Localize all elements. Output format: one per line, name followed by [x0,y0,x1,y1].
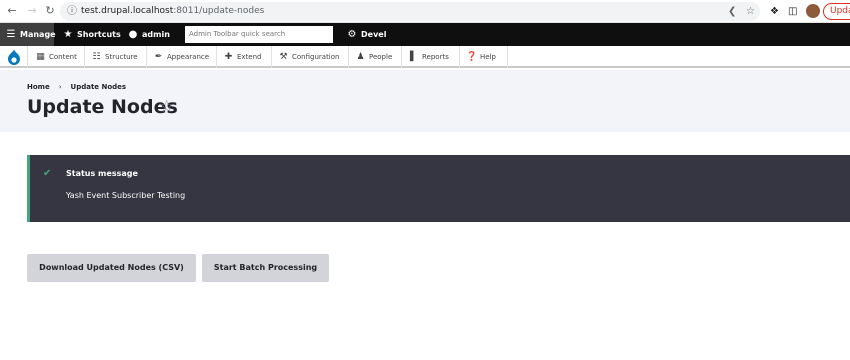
checkmark-icon: ✔ [43,168,52,179]
menu-item-label: Extend [237,53,262,61]
url-text: test.drupal.localhost:8011/update-nodes [81,2,264,21]
people-icon: ♟ [356,52,365,62]
admin-search-input[interactable] [185,26,333,43]
page-header: Home › Update Nodes Update Nodes ☆ [0,70,850,132]
devel-label: Devel [361,30,387,39]
shortcuts-label: Shortcuts [77,30,121,39]
admin-menu-tray: ▦ Content ☷ Structure ✒ Appearance ✚ Extend … [0,46,850,68]
star-icon: ★ [63,29,73,40]
menu-item-label: Content [49,53,77,61]
url-path: :8011/update-nodes [173,6,265,16]
download-csv-button[interactable]: Download Updated Nodes (CSV) [27,254,196,282]
share-icon[interactable]: ❮ [728,4,736,19]
help-icon: ❓ [466,52,478,62]
address-bar[interactable]: ⓘ test.drupal.localhost:8011/update-node… [60,2,760,21]
shortcuts-tab[interactable]: ★ Shortcuts [62,23,121,46]
breadcrumb-separator: › [58,83,62,91]
manage-tab[interactable]: ☰ Manage [0,23,56,46]
content-icon: ▦ [36,52,45,62]
reports-icon: ▌ [410,52,417,62]
gear-icon: ⚙ [347,29,357,40]
extensions-icon[interactable]: ❖ [770,4,779,19]
user-tab[interactable]: ● admin [127,23,170,46]
extend-icon: ✚ [224,52,233,62]
menu-item-extend[interactable]: ✚ Extend [217,46,272,68]
menu-item-content[interactable]: ▦ Content [29,46,85,68]
update-button[interactable]: Update [823,3,850,20]
breadcrumb-current[interactable]: Update Nodes [71,83,127,91]
menu-item-configuration[interactable]: ⚒ Configuration [272,46,349,68]
menu-item-label: People [369,53,393,61]
back-icon[interactable]: ← [4,3,20,19]
bookmark-star-icon[interactable]: ☆ [746,4,755,19]
configuration-icon: ⚒ [279,52,288,62]
menu-item-appearance[interactable]: ✒ Appearance [147,46,217,68]
menu-item-help[interactable]: ❓ Help [460,46,508,68]
status-text: Yash Event Subscriber Testing [66,191,186,200]
admin-toolbar: ☰ Manage ★ Shortcuts ● admin ⚙ Devel [0,23,850,46]
breadcrumb-home-link[interactable]: Home [27,83,50,91]
devel-tab[interactable]: ⚙ Devel [346,23,387,46]
user-icon: ● [128,29,138,40]
hamburger-icon: ☰ [6,29,16,40]
user-label: admin [142,30,170,39]
manage-label: Manage [20,30,56,39]
browser-chrome: ← → ↻ ⓘ test.drupal.localhost:8011/updat… [0,0,850,23]
breadcrumb: Home › Update Nodes [27,83,126,91]
menu-item-label: Configuration [292,53,340,61]
shortcut-star-icon[interactable]: ☆ [159,97,174,117]
menu-item-structure[interactable]: ☷ Structure [85,46,147,68]
menu-item-people[interactable]: ♟ People [349,46,402,68]
forward-icon[interactable]: → [24,3,40,19]
menu-item-label: Structure [105,53,138,61]
menu-item-label: Help [480,53,496,61]
page-title: Update Nodes [27,96,178,118]
start-batch-button[interactable]: Start Batch Processing [202,254,329,282]
profile-avatar[interactable] [806,4,820,18]
menu-item-label: Appearance [167,53,210,61]
status-message: ✔ Status message Yash Event Subscriber T… [27,155,850,222]
reload-icon[interactable]: ↻ [42,3,58,19]
appearance-icon: ✒ [154,52,163,62]
url-host: test.drupal.localhost [81,6,174,16]
status-title: Status message [66,169,138,178]
structure-icon: ☷ [92,52,101,62]
side-panel-icon[interactable]: ◫ [788,4,797,19]
menu-item-reports[interactable]: ▌ Reports [402,46,460,68]
drupal-logo-icon[interactable] [0,46,28,68]
site-info-icon[interactable]: ⓘ [67,4,77,19]
menu-item-label: Reports [422,53,449,61]
